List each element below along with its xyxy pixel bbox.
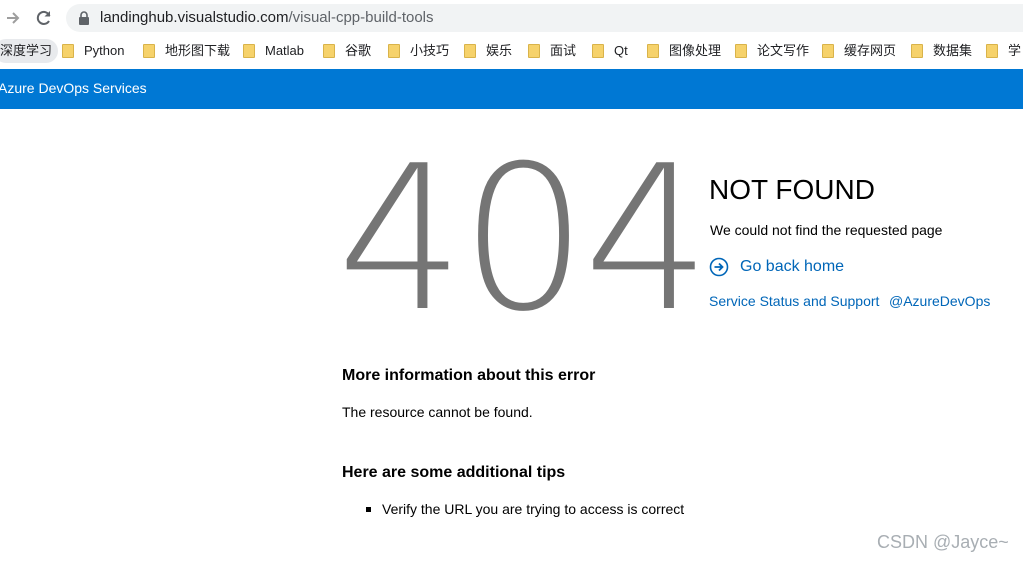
- twitter-link[interactable]: @AzureDevOps: [889, 293, 990, 309]
- url-path: /visual-cpp-build-tools: [288, 9, 434, 26]
- brand-title[interactable]: Azure DevOps Services: [0, 80, 147, 96]
- bookmark-item[interactable]: 谷歌: [323, 39, 371, 63]
- error-title: NOT FOUND: [709, 174, 875, 205]
- arrow-circle-right-icon: [709, 257, 729, 277]
- folder-icon: [323, 44, 335, 58]
- error-description: We could not find the requested page: [710, 222, 943, 238]
- bookmark-label: Matlab: [265, 43, 305, 58]
- tips-heading: Here are some additional tips: [342, 464, 566, 481]
- folder-icon: [911, 44, 923, 58]
- folder-icon: [647, 44, 659, 58]
- folder-icon: [592, 44, 604, 58]
- bookmarks-bar: 深度学习 Python 地形图下载 Matlab 谷歌 小技巧 娱乐 面试 Qt…: [0, 36, 1023, 68]
- browser-toolbar: landinghub.visualstudio.com/visual-cpp-b…: [0, 0, 1023, 36]
- bookmark-label: Python: [84, 43, 125, 58]
- bookmark-label: Qt: [614, 43, 628, 58]
- url-text: landinghub.visualstudio.com/visual-cpp-b…: [100, 9, 434, 26]
- bookmark-label: 面试: [550, 43, 577, 58]
- reload-icon[interactable]: [34, 8, 54, 28]
- bookmark-item[interactable]: Python: [62, 39, 124, 63]
- error-code: 404: [337, 123, 711, 356]
- service-status-link[interactable]: Service Status and Support: [709, 293, 879, 309]
- url-host: landinghub.visualstudio.com: [100, 9, 289, 26]
- folder-icon: [986, 44, 998, 58]
- bookmark-item[interactable]: 缓存网页: [822, 39, 896, 63]
- folder-icon: [528, 44, 540, 58]
- bookmark-item[interactable]: 深度学习: [0, 39, 59, 63]
- bookmark-item[interactable]: 小技巧: [388, 39, 449, 63]
- bookmark-item[interactable]: 娱乐: [464, 39, 512, 63]
- folder-icon: [143, 44, 155, 58]
- go-home-link[interactable]: Go back home: [709, 256, 844, 278]
- bookmark-item[interactable]: Qt: [592, 39, 628, 63]
- bookmark-item[interactable]: 地形图下载: [143, 39, 230, 63]
- bookmark-label: 缓存网页: [844, 43, 897, 58]
- bookmark-item[interactable]: 面试: [528, 39, 576, 63]
- lock-icon: [78, 11, 90, 25]
- more-info-heading: More information about this error: [342, 367, 596, 384]
- bookmark-label: 小技巧: [410, 43, 450, 58]
- folder-icon: [735, 44, 747, 58]
- address-bar[interactable]: landinghub.visualstudio.com/visual-cpp-b…: [66, 4, 1023, 32]
- bullet-icon: [366, 506, 371, 512]
- folder-icon: [822, 44, 834, 58]
- bookmark-item[interactable]: 数据集: [911, 39, 972, 63]
- bookmark-label: 论文写作: [757, 43, 810, 58]
- bookmark-label: 数据集: [933, 43, 973, 58]
- folder-icon: [388, 44, 400, 58]
- bookmark-label: 谷歌: [345, 43, 372, 58]
- bookmark-item[interactable]: 图像处理: [647, 39, 721, 63]
- bookmark-label: 地形图下载: [165, 43, 231, 58]
- folder-icon: [62, 44, 74, 58]
- bookmark-label: 娱乐: [486, 43, 513, 58]
- arrow-right-icon[interactable]: [4, 9, 22, 27]
- more-info-text: The resource cannot be found.: [342, 404, 533, 420]
- bookmark-label: 图像处理: [669, 43, 722, 58]
- list-item: Verify the URL you are trying to access …: [366, 501, 684, 517]
- bookmark-item[interactable]: Matlab: [243, 39, 304, 63]
- bookmark-item[interactable]: 学: [986, 39, 1021, 63]
- watermark: CSDN @Jayce~: [877, 532, 1009, 552]
- folder-icon: [243, 44, 255, 58]
- bookmark-item[interactable]: 论文写作: [735, 39, 809, 63]
- folder-icon: [464, 44, 476, 58]
- tip-text: Verify the URL you are trying to access …: [382, 501, 685, 517]
- azure-header: Azure DevOps Services: [0, 69, 1023, 109]
- go-home-label: Go back home: [740, 258, 845, 275]
- bookmark-label: 学: [1008, 43, 1022, 58]
